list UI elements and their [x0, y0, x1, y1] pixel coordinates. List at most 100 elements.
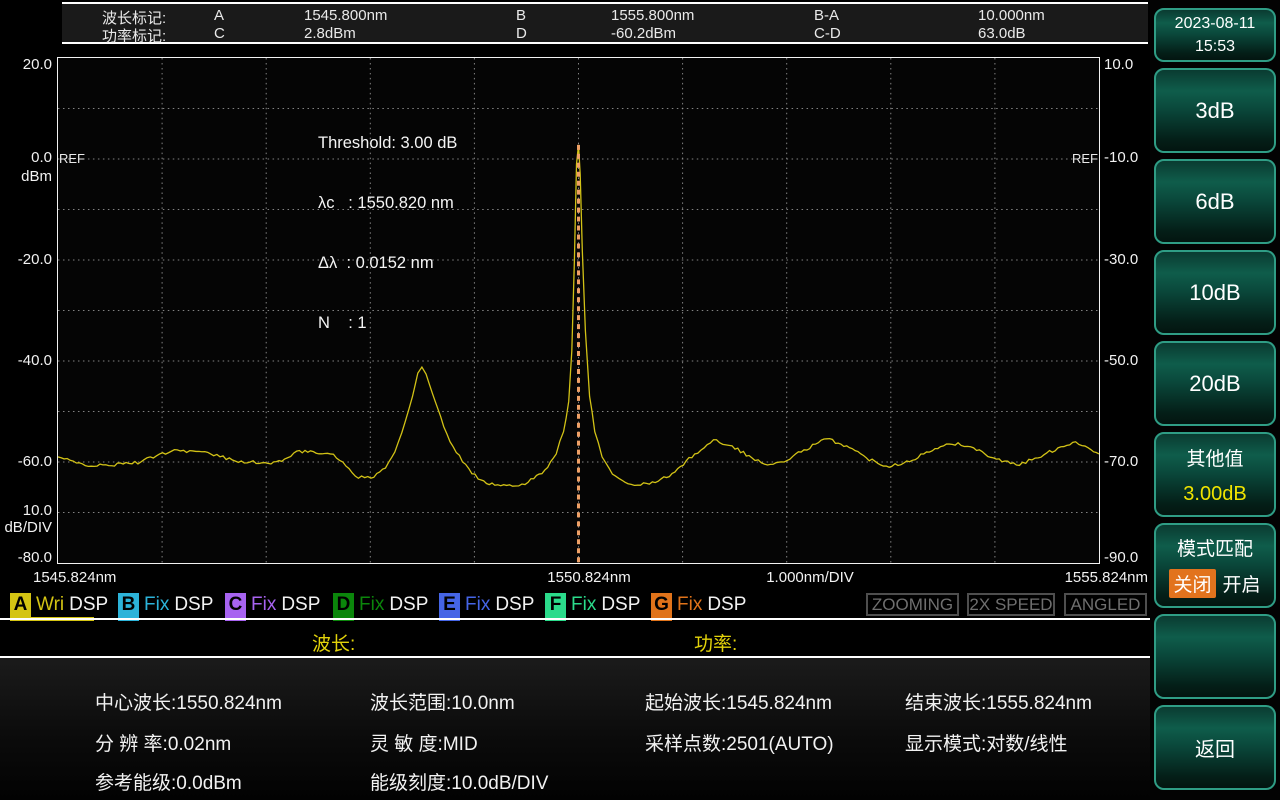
trace-label-c[interactable]: C Fix DSP	[225, 590, 320, 620]
marker-c-name: C	[214, 25, 225, 42]
trace-b-dsp: DSP	[174, 594, 213, 616]
trace-g-swatch: G	[651, 593, 672, 618]
wavelength-span: 波长范围:10.0nm	[370, 688, 515, 715]
trace-label-b[interactable]: B Fix DSP	[118, 590, 213, 620]
trace-a-dsp: DSP	[69, 594, 108, 616]
right-tick-10: 10.0	[1104, 56, 1156, 73]
reference-level: 参考能级:0.0dBm	[95, 768, 242, 795]
mode-off-option[interactable]: 关闭	[1169, 569, 1215, 598]
back-button[interactable]: 返回	[1154, 705, 1276, 790]
trace-f-swatch: F	[545, 593, 566, 618]
spectrum-plot	[57, 57, 1100, 564]
divider-top	[0, 618, 1150, 620]
marker-d-name: D	[516, 25, 527, 42]
softkey-6db[interactable]: 6dB	[1154, 159, 1276, 244]
trace-label-g[interactable]: G Fix DSP	[651, 590, 746, 620]
softkey-3db[interactable]: 3dB	[1154, 68, 1276, 153]
marker-ba-value: 10.000nm	[978, 7, 1045, 24]
wavelength-section-header: 波长:	[312, 629, 355, 656]
marker-cd-name: C-D	[814, 25, 841, 42]
time-text: 15:53	[1195, 35, 1235, 58]
right-tick-m90: -90.0	[1104, 549, 1156, 566]
marker-readout-bar: 波长标记: A 1545.800nm B 1555.800nm B-A 10.0…	[62, 2, 1148, 44]
mode-on-option[interactable]: 开启	[1223, 570, 1261, 597]
ref-label-left: REF	[59, 151, 85, 166]
trace-g-dsp: DSP	[707, 594, 746, 616]
trace-f-dsp: DSP	[601, 594, 640, 616]
marker-ba-name: B-A	[814, 7, 839, 24]
annotation-lambda-c: λc : 1550.820 nm	[318, 193, 457, 213]
trace-d-mode: Fix	[359, 594, 384, 616]
resolution: 分 辨 率:0.02nm	[95, 729, 231, 756]
softkey-10db[interactable]: 10dB	[1154, 250, 1276, 335]
trace-g-mode: Fix	[677, 594, 702, 616]
trace-d-swatch: D	[333, 593, 354, 618]
other-value-label: 其他值	[1186, 444, 1243, 471]
softkey-other-value[interactable]: 其他值 3.00dB	[1154, 432, 1276, 517]
left-tick-20: 20.0	[2, 56, 52, 73]
annotation-delta-lambda: Δλ : 0.0152 nm	[318, 253, 457, 273]
trace-c-dsp: DSP	[281, 594, 320, 616]
power-marker-label: 功率标记:	[102, 25, 166, 46]
trace-a-swatch: A	[10, 593, 31, 618]
start-wavelength: 起始波长:1545.824nm	[645, 688, 832, 715]
trace-label-e[interactable]: E Fix DSP	[439, 590, 534, 620]
scale-per-div-unit: dB/DIV	[2, 519, 52, 536]
date-text: 2023-08-11	[1175, 12, 1256, 35]
trace-f-mode: Fix	[571, 594, 596, 616]
softkey-20db[interactable]: 20dB	[1154, 341, 1276, 426]
trace-c-swatch: C	[225, 593, 246, 618]
annotation-peak-count: N : 1	[318, 313, 457, 333]
spectrum-trace-svg	[58, 58, 1099, 563]
softkey-sidebar: 2023-08-11 15:53 3dB 6dB 10dB 20dB 其他值 3…	[1150, 0, 1280, 800]
x-start-label: 1545.824nm	[33, 569, 116, 586]
right-tick-m10: -10.0	[1104, 149, 1156, 166]
trace-e-dsp: DSP	[495, 594, 534, 616]
ref-label-right: REF	[1068, 151, 1098, 166]
trace-d-dsp: DSP	[389, 594, 428, 616]
annotation-threshold: Threshold: 3.00 dB	[318, 133, 457, 153]
sample-points: 采样点数:2501(AUTO)	[645, 729, 834, 756]
display-mode: 显示模式:对数/线性	[905, 729, 1068, 756]
marker-a-value: 1545.800nm	[304, 7, 387, 24]
trace-label-d[interactable]: D Fix DSP	[333, 590, 428, 620]
status-zooming: ZOOMING	[866, 593, 959, 616]
x-div-label: 1.000nm/DIV	[758, 569, 862, 586]
peak-analysis-annotation: Threshold: 3.00 dB λc : 1550.820 nm Δλ :…	[318, 93, 457, 373]
left-tick-0: 0.0	[2, 149, 52, 166]
other-value-amount: 3.00dB	[1183, 483, 1246, 506]
x-center-label: 1550.824nm	[538, 569, 640, 586]
status-2x-speed: 2X SPEED	[967, 593, 1055, 616]
trace-e-swatch: E	[439, 593, 460, 618]
left-axis-unit: dBm	[2, 168, 52, 185]
trace-label-f[interactable]: F Fix DSP	[545, 590, 640, 620]
right-tick-m70: -70.0	[1104, 453, 1156, 470]
power-section-header: 功率:	[694, 629, 737, 656]
softkey-empty	[1154, 614, 1276, 699]
marker-cd-value: 63.0dB	[978, 25, 1026, 42]
trace-c-mode: Fix	[251, 594, 276, 616]
status-angled: ANGLED	[1064, 593, 1147, 616]
marker-c-value: 2.8dBm	[304, 25, 356, 42]
trace-a-mode: Wri	[36, 594, 64, 616]
left-tick-m20: -20.0	[2, 251, 52, 268]
left-tick-m60: -60.0	[2, 453, 52, 470]
osa-screen: 波长标记: A 1545.800nm B 1555.800nm B-A 10.0…	[0, 0, 1280, 800]
datetime-button[interactable]: 2023-08-11 15:53	[1154, 8, 1276, 62]
marker-a-name: A	[214, 7, 224, 24]
sensitivity: 灵 敏 度:MID	[370, 729, 478, 756]
right-tick-m30: -30.0	[1104, 251, 1156, 268]
scale-per-div-value: 10.0	[2, 502, 52, 519]
x-end-label: 1555.824nm	[1056, 569, 1148, 586]
trace-b-swatch: B	[118, 593, 139, 618]
level-scale: 能级刻度:10.0dB/DIV	[370, 768, 548, 795]
left-tick-m40: -40.0	[2, 352, 52, 369]
trace-b-mode: Fix	[144, 594, 169, 616]
stop-wavelength: 结束波长:1555.824nm	[905, 688, 1092, 715]
softkey-mode-match[interactable]: 模式匹配 关闭 开启	[1154, 523, 1276, 608]
trace-e-mode: Fix	[465, 594, 490, 616]
marker-b-name: B	[516, 7, 526, 24]
trace-label-a[interactable]: A Wri DSP	[10, 590, 108, 620]
right-tick-m50: -50.0	[1104, 352, 1156, 369]
marker-b-value: 1555.800nm	[611, 7, 694, 24]
